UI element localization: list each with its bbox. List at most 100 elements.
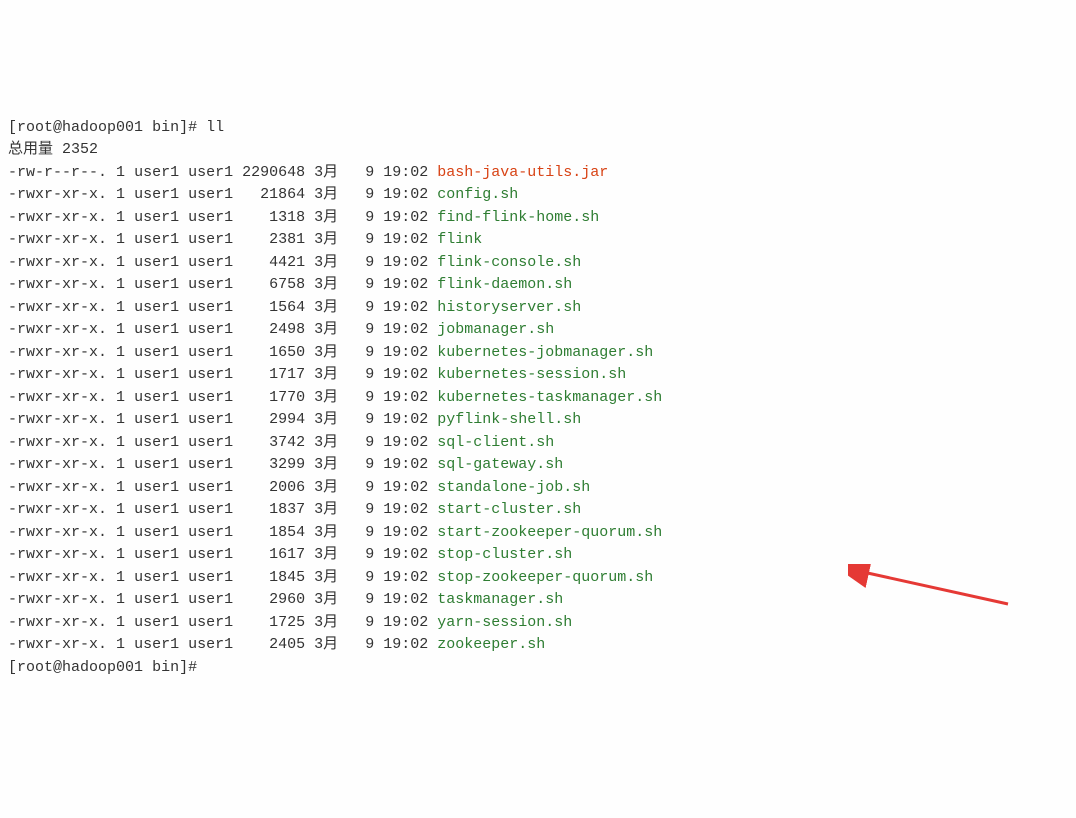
file-time: 19:02 xyxy=(383,456,428,473)
file-name: standalone-job.sh xyxy=(437,479,590,496)
file-permissions: -rwxr-xr-x. xyxy=(8,499,107,522)
file-row: -rwxr-xr-x. 1 user1 user1 2994 3月 9 19:0… xyxy=(8,409,1076,432)
file-group: user1 xyxy=(188,546,233,563)
file-month: 3月 xyxy=(314,254,338,271)
file-time: 19:02 xyxy=(383,164,428,181)
file-links: 1 xyxy=(116,524,125,541)
file-size: 1717 xyxy=(242,366,305,383)
file-links: 1 xyxy=(116,344,125,361)
file-group: user1 xyxy=(188,366,233,383)
file-month: 3月 xyxy=(314,434,338,451)
file-group: user1 xyxy=(188,209,233,226)
file-day: 9 xyxy=(365,299,374,316)
file-size: 1837 xyxy=(242,501,305,518)
file-row: -rwxr-xr-x. 1 user1 user1 1318 3月 9 19:0… xyxy=(8,207,1076,230)
file-time: 19:02 xyxy=(383,524,428,541)
file-size: 6758 xyxy=(242,276,305,293)
file-group: user1 xyxy=(188,614,233,631)
file-name: zookeeper.sh xyxy=(437,636,545,653)
file-permissions: -rwxr-xr-x. xyxy=(8,207,107,230)
file-row: -rwxr-xr-x. 1 user1 user1 1650 3月 9 19:0… xyxy=(8,342,1076,365)
total-label: 总用量 xyxy=(8,141,53,158)
file-permissions: -rwxr-xr-x. xyxy=(8,432,107,455)
file-group: user1 xyxy=(188,591,233,608)
file-name: stop-zookeeper-quorum.sh xyxy=(437,569,653,586)
file-name: sql-gateway.sh xyxy=(437,456,563,473)
command-text: ll xyxy=(206,119,224,136)
file-owner: user1 xyxy=(134,299,179,316)
file-links: 1 xyxy=(116,186,125,203)
file-time: 19:02 xyxy=(383,546,428,563)
file-time: 19:02 xyxy=(383,411,428,428)
file-size: 1725 xyxy=(242,614,305,631)
file-day: 9 xyxy=(365,546,374,563)
file-size: 21864 xyxy=(242,186,305,203)
file-links: 1 xyxy=(116,231,125,248)
file-links: 1 xyxy=(116,501,125,518)
file-row: -rwxr-xr-x. 1 user1 user1 3299 3月 9 19:0… xyxy=(8,454,1076,477)
file-month: 3月 xyxy=(314,479,338,496)
file-name: pyflink-shell.sh xyxy=(437,411,581,428)
prompt-line-end[interactable]: [root@hadoop001 bin]# xyxy=(8,659,197,676)
file-time: 19:02 xyxy=(383,434,428,451)
file-links: 1 xyxy=(116,389,125,406)
file-owner: user1 xyxy=(134,456,179,473)
file-owner: user1 xyxy=(134,321,179,338)
file-size: 1854 xyxy=(242,524,305,541)
file-name: kubernetes-taskmanager.sh xyxy=(437,389,662,406)
file-row: -rwxr-xr-x. 1 user1 user1 1845 3月 9 19:0… xyxy=(8,567,1076,590)
file-row: -rwxr-xr-x. 1 user1 user1 21864 3月 9 19:… xyxy=(8,184,1076,207)
file-month: 3月 xyxy=(314,209,338,226)
file-size: 3299 xyxy=(242,456,305,473)
file-day: 9 xyxy=(365,614,374,631)
file-time: 19:02 xyxy=(383,614,428,631)
file-size: 1770 xyxy=(242,389,305,406)
file-row: -rwxr-xr-x. 1 user1 user1 1617 3月 9 19:0… xyxy=(8,544,1076,567)
prompt-host: hadoop001 xyxy=(62,119,143,136)
file-size: 2006 xyxy=(242,479,305,496)
file-owner: user1 xyxy=(134,591,179,608)
file-row: -rwxr-xr-x. 1 user1 user1 3742 3月 9 19:0… xyxy=(8,432,1076,455)
file-owner: user1 xyxy=(134,434,179,451)
file-group: user1 xyxy=(188,456,233,473)
file-month: 3月 xyxy=(314,321,338,338)
file-day: 9 xyxy=(365,411,374,428)
terminal-output: [root@hadoop001 bin]# ll 总用量 2352 -rw-r-… xyxy=(8,94,1076,702)
file-permissions: -rwxr-xr-x. xyxy=(8,387,107,410)
file-month: 3月 xyxy=(314,546,338,563)
file-row: -rwxr-xr-x. 1 user1 user1 4421 3月 9 19:0… xyxy=(8,252,1076,275)
file-size: 2290648 xyxy=(242,164,305,181)
file-size: 1845 xyxy=(242,569,305,586)
file-month: 3月 xyxy=(314,569,338,586)
file-group: user1 xyxy=(188,231,233,248)
file-size: 1650 xyxy=(242,344,305,361)
file-day: 9 xyxy=(365,254,374,271)
file-month: 3月 xyxy=(314,389,338,406)
file-group: user1 xyxy=(188,164,233,181)
file-month: 3月 xyxy=(314,299,338,316)
prompt-symbol: # xyxy=(188,119,197,136)
file-month: 3月 xyxy=(314,231,338,248)
file-group: user1 xyxy=(188,254,233,271)
file-group: user1 xyxy=(188,569,233,586)
file-size: 2498 xyxy=(242,321,305,338)
file-permissions: -rwxr-xr-x. xyxy=(8,589,107,612)
file-owner: user1 xyxy=(134,614,179,631)
file-time: 19:02 xyxy=(383,569,428,586)
file-size: 4421 xyxy=(242,254,305,271)
file-owner: user1 xyxy=(134,636,179,653)
file-size: 1564 xyxy=(242,299,305,316)
file-day: 9 xyxy=(365,231,374,248)
file-name: flink xyxy=(437,231,482,248)
file-links: 1 xyxy=(116,569,125,586)
file-month: 3月 xyxy=(314,276,338,293)
file-links: 1 xyxy=(116,479,125,496)
file-time: 19:02 xyxy=(383,254,428,271)
file-permissions: -rwxr-xr-x. xyxy=(8,229,107,252)
file-name: bash-java-utils.jar xyxy=(437,164,608,181)
file-name: start-cluster.sh xyxy=(437,501,581,518)
file-owner: user1 xyxy=(134,344,179,361)
file-row: -rwxr-xr-x. 1 user1 user1 2405 3月 9 19:0… xyxy=(8,634,1076,657)
prompt-dir: bin xyxy=(152,119,179,136)
file-row: -rwxr-xr-x. 1 user1 user1 1770 3月 9 19:0… xyxy=(8,387,1076,410)
